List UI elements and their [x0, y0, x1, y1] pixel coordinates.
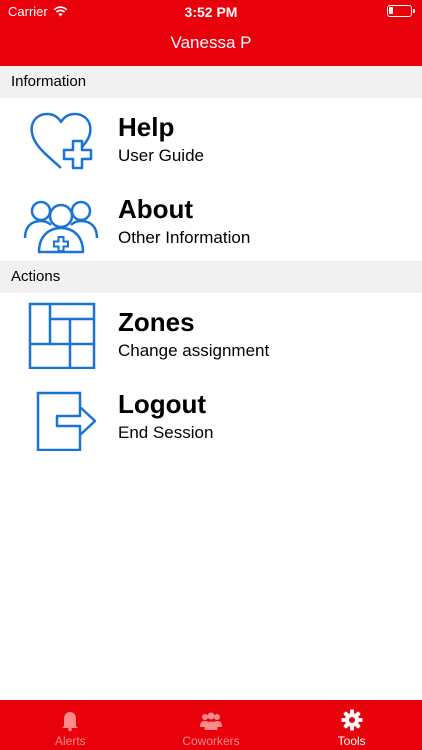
tab-coworkers[interactable]: Coworkers [141, 700, 282, 750]
people-icon [23, 200, 99, 254]
tab-alerts[interactable]: Alerts [0, 700, 141, 750]
tab-tools[interactable]: Tools [281, 700, 422, 750]
status-time: 3:52 PM [184, 4, 238, 20]
menu-item-label: Zones [118, 307, 195, 337]
menu-item-logout[interactable]: Logout End Session [0, 375, 422, 456]
people-icon [200, 712, 222, 730]
menu-item-help[interactable]: Help User Guide [0, 98, 422, 179]
app-header: Carrier 3:52 PM Vanessa P [0, 0, 422, 66]
menu-item-label: Logout [118, 389, 207, 419]
gear-icon [341, 709, 363, 731]
menu-item-sublabel: User Guide [118, 146, 204, 165]
menu-item-label: Help [118, 112, 175, 142]
section-header-information: Information [0, 66, 422, 98]
bell-icon [62, 712, 79, 732]
zones-icon [28, 302, 96, 369]
section-header-actions: Actions [0, 261, 422, 293]
tab-label: Coworkers [182, 734, 240, 748]
page-title: Vanessa P [170, 33, 252, 52]
menu-item-about[interactable]: About Other Information [0, 180, 422, 261]
menu-item-label: About [118, 194, 194, 224]
status-bar: Carrier 3:52 PM [0, 0, 422, 24]
menu-item-sublabel: Other Information [118, 228, 251, 247]
tab-label: Alerts [54, 734, 86, 748]
menu-item-sublabel: End Session [118, 423, 214, 442]
logout-icon [36, 391, 97, 451]
tab-label: Tools [337, 734, 366, 748]
menu-item-sublabel: Change assignment [118, 341, 270, 360]
tab-bar: Alerts Coworkers Tools [0, 700, 422, 750]
heart-plus-icon [30, 112, 93, 170]
menu-item-zones[interactable]: Zones Change assignment [0, 293, 422, 374]
battery-icon [387, 5, 415, 17]
